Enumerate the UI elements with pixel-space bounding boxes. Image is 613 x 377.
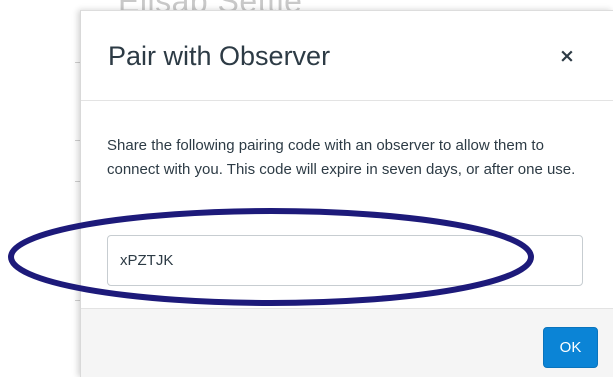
dialog-header: Pair with Observer × <box>81 11 613 101</box>
dialog-body: Share the following pairing code with an… <box>81 101 613 308</box>
pairing-code-field[interactable] <box>107 235 583 286</box>
dialog-description: Share the following pairing code with an… <box>107 137 576 178</box>
ok-button[interactable]: OK <box>543 327 598 368</box>
dialog-title: Pair with Observer <box>108 41 331 71</box>
dialog-footer: OK <box>81 308 613 377</box>
close-button[interactable]: × <box>555 44 579 68</box>
screenshot-stage: Elisab Settle Pair with Observer × Share… <box>0 0 613 377</box>
pair-with-observer-dialog: Pair with Observer × Share the following… <box>80 10 613 377</box>
close-icon: × <box>559 45 575 67</box>
